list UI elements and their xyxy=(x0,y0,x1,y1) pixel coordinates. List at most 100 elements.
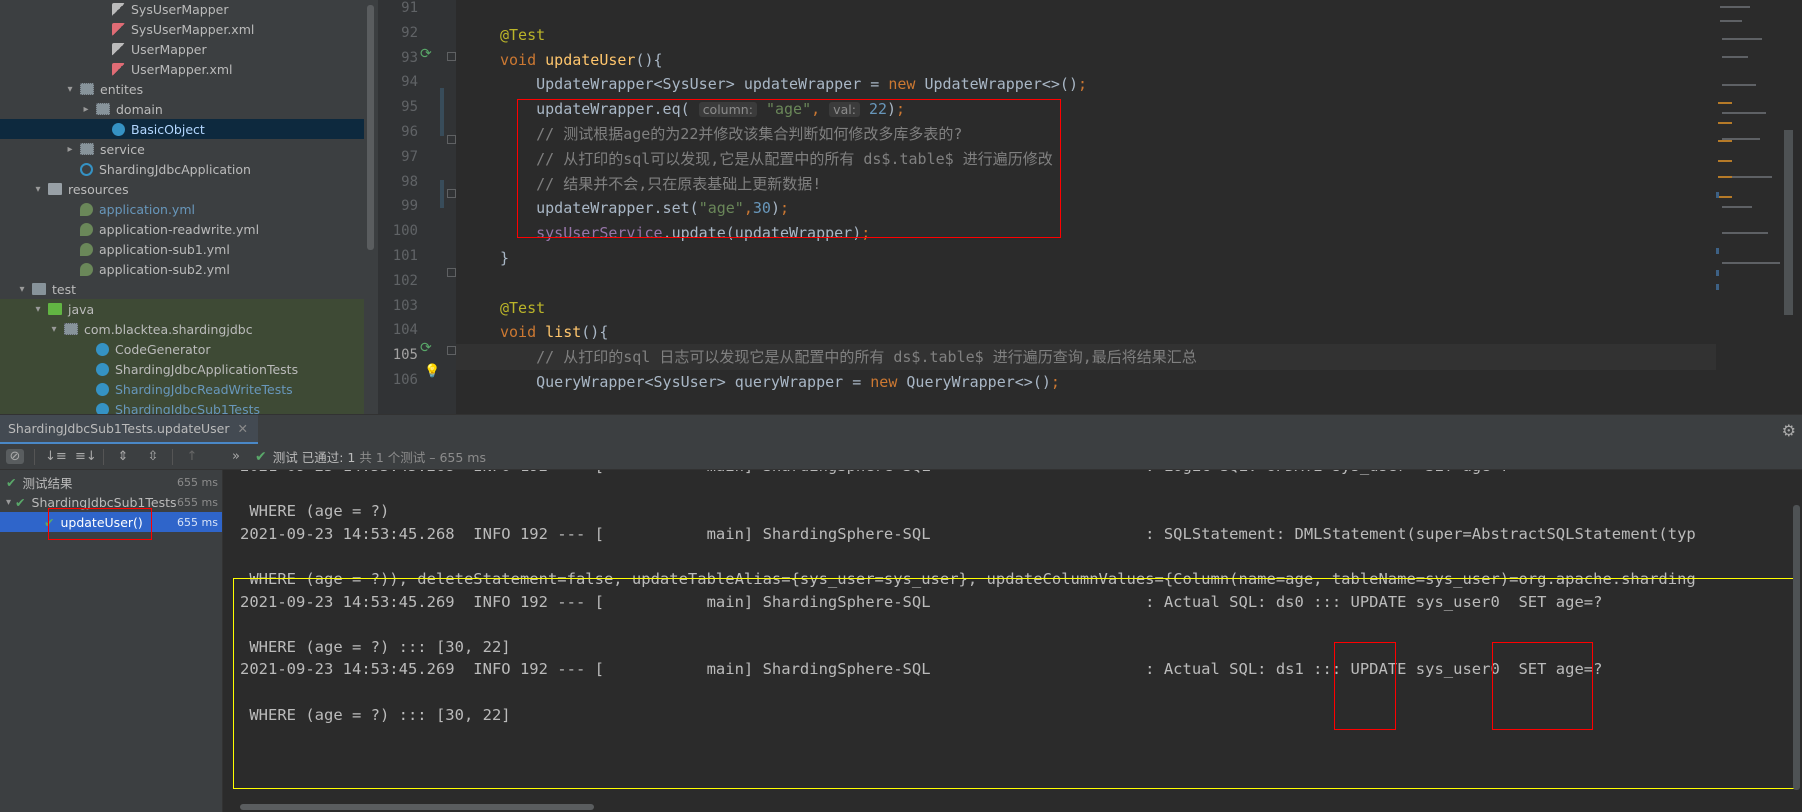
tree-item-label: ShardingJdbcReadWriteTests xyxy=(115,381,293,397)
mapper-icon xyxy=(112,42,125,56)
tree-scrollbar[interactable] xyxy=(367,5,374,250)
tree-item[interactable]: ▾ test xyxy=(0,279,364,299)
tree-item[interactable]: ▸ service xyxy=(0,139,364,159)
change-marker xyxy=(440,180,444,208)
console-line: 2021-09-23 14:53:45.268 INFO 192 --- [ m… xyxy=(240,470,1509,476)
xml-icon xyxy=(112,22,125,36)
test-duration: 655 ms xyxy=(177,515,218,529)
fold-icon[interactable] xyxy=(447,346,456,355)
line-number: 100 xyxy=(392,223,418,240)
code-line[interactable]: } xyxy=(456,245,1716,271)
mapper-icon xyxy=(112,2,125,16)
collapse-all-icon[interactable]: ⇳ xyxy=(144,449,162,464)
package-icon xyxy=(80,83,94,95)
code-line[interactable]: // 从打印的sql 日志可以发现它是从配置中的所有 ds$.table$ 进行… xyxy=(456,344,1716,371)
chevron-down-icon[interactable]: ▾ xyxy=(48,324,60,335)
stop-icon[interactable]: ⊘ xyxy=(6,449,24,464)
tree-item[interactable]: ▾ entites xyxy=(0,79,364,99)
line-number: 91 xyxy=(401,0,418,16)
tree-item[interactable]: application-sub1.yml xyxy=(0,239,364,259)
close-icon[interactable]: ✕ xyxy=(238,421,248,436)
tree-item[interactable]: ShardingJdbcReadWriteTests xyxy=(0,379,364,399)
line-number: 99 xyxy=(401,198,418,215)
code-line[interactable]: QueryWrapper<SysUser> queryWrapper = new… xyxy=(456,369,1716,395)
chevron-right-icon[interactable]: ▸ xyxy=(80,104,92,115)
code-line[interactable]: void list(){ xyxy=(456,319,1716,345)
run-toolbar: ⊘ ↓≡ ≡↓ ⇕ ⇳ ↑ » ✔ 测试 已通过: 1 共 1 个测试 – 65… xyxy=(0,444,1802,470)
tree-item-label: BasicObject xyxy=(131,121,205,137)
fold-icon[interactable] xyxy=(447,135,456,144)
tree-item[interactable]: UserMapper.xml xyxy=(0,59,364,79)
fold-icon[interactable] xyxy=(447,189,456,198)
class-icon xyxy=(96,342,109,356)
code-line[interactable] xyxy=(456,0,1716,23)
tree-item[interactable]: ShardingJdbcApplication xyxy=(0,159,364,179)
console-horizontal-scrollbar[interactable] xyxy=(240,804,594,810)
code-annotation-box xyxy=(517,99,1061,238)
gear-icon[interactable]: ⚙ xyxy=(1782,421,1796,440)
tree-item-label: UserMapper.xml xyxy=(131,61,233,77)
chevron-down-icon[interactable]: ▾ xyxy=(64,84,76,95)
console-line: WHERE (age = ?) xyxy=(240,502,390,521)
test-duration: 655 ms xyxy=(177,475,218,489)
spring-app-icon xyxy=(80,162,93,176)
tree-item[interactable]: application-readwrite.yml xyxy=(0,219,364,239)
line-number: 92 xyxy=(401,24,418,41)
tree-item[interactable]: application-sub2.yml xyxy=(0,259,364,279)
tree-item-label: domain xyxy=(116,101,163,117)
tree-item[interactable]: UserMapper xyxy=(0,39,364,59)
class-icon xyxy=(96,362,109,376)
run-test-icon[interactable]: ⟳ xyxy=(420,46,436,62)
run-test-icon[interactable]: ⟳ xyxy=(420,340,436,356)
lightbulb-icon[interactable]: 💡 xyxy=(424,364,440,379)
yml-icon xyxy=(80,202,93,216)
sort-duration-icon[interactable]: ≡↓ xyxy=(75,449,97,464)
code-line[interactable]: @Test xyxy=(456,295,1716,321)
tree-item[interactable]: ShardingJdbcSub1Tests xyxy=(0,399,364,414)
code-line[interactable]: @Test xyxy=(456,22,1716,48)
tree-item-label: SysUserMapper.xml xyxy=(131,21,255,37)
chevron-down-icon[interactable]: ▾ xyxy=(32,304,44,315)
code-line[interactable] xyxy=(456,270,1716,296)
tree-item-label: application-sub2.yml xyxy=(99,261,230,277)
chevron-down-icon[interactable]: ▾ xyxy=(32,184,44,195)
chevron-right-icon[interactable]: ▸ xyxy=(64,144,76,155)
previous-icon[interactable]: ↑ xyxy=(183,449,201,464)
tree-item-label: application-sub1.yml xyxy=(99,241,230,257)
test-result-label: 测试结果 xyxy=(22,475,73,491)
console-vertical-scrollbar[interactable] xyxy=(1793,505,1800,790)
tree-item[interactable]: SysUserMapper xyxy=(0,0,364,19)
expand-all-icon[interactable]: ⇕ xyxy=(114,449,132,464)
tree-item[interactable]: ▾ com.blacktea.shardingjdbc xyxy=(0,319,364,339)
fold-icon[interactable] xyxy=(447,268,456,277)
status-main: 测试 已通过: 1 xyxy=(272,450,356,465)
test-result-item[interactable]: ✔ 测试结果 655 ms xyxy=(0,472,222,492)
console-line: 2021-09-23 14:53:45.268 INFO 192 --- [ m… xyxy=(240,524,1696,543)
line-number: 105 xyxy=(392,347,418,364)
class-icon xyxy=(96,402,109,414)
status-sub: 共 1 个测试 – 655 ms xyxy=(359,450,486,465)
tree-item[interactable]: ShardingJdbcApplicationTests xyxy=(0,359,364,379)
tree-item[interactable]: ▾ resources xyxy=(0,179,364,199)
tree-item-label: com.blacktea.shardingjdbc xyxy=(84,321,253,337)
chevron-down-icon[interactable]: ▾ xyxy=(6,497,11,508)
tree-item[interactable]: SysUserMapper.xml xyxy=(0,19,364,39)
project-tree: SysUserMapper SysUserMapper.xml UserMapper… xyxy=(0,0,378,414)
tree-item[interactable]: ▸ domain xyxy=(0,99,364,119)
fold-icon[interactable] xyxy=(447,52,456,61)
tree-item[interactable]: BasicObject xyxy=(0,119,364,139)
tree-item[interactable]: CodeGenerator xyxy=(0,339,364,359)
line-number: 93 xyxy=(401,49,418,66)
yml-icon xyxy=(80,262,93,276)
chevron-down-icon[interactable]: ▾ xyxy=(16,284,28,295)
code-line[interactable]: void updateUser(){ xyxy=(456,47,1716,73)
editor-scrollbar[interactable] xyxy=(1784,130,1793,315)
line-number: 96 xyxy=(401,124,418,140)
tree-item[interactable]: ▾ java xyxy=(0,299,364,319)
line-number: 103 xyxy=(392,297,418,314)
run-tab[interactable]: ShardingJdbcSub1Tests.updateUser ✕ xyxy=(0,415,258,445)
more-icon[interactable]: » xyxy=(227,449,245,464)
sort-alpha-icon[interactable]: ↓≡ xyxy=(45,449,67,464)
tree-item[interactable]: application.yml xyxy=(0,199,364,219)
code-line[interactable]: UpdateWrapper<SysUser> updateWrapper = n… xyxy=(456,71,1716,97)
